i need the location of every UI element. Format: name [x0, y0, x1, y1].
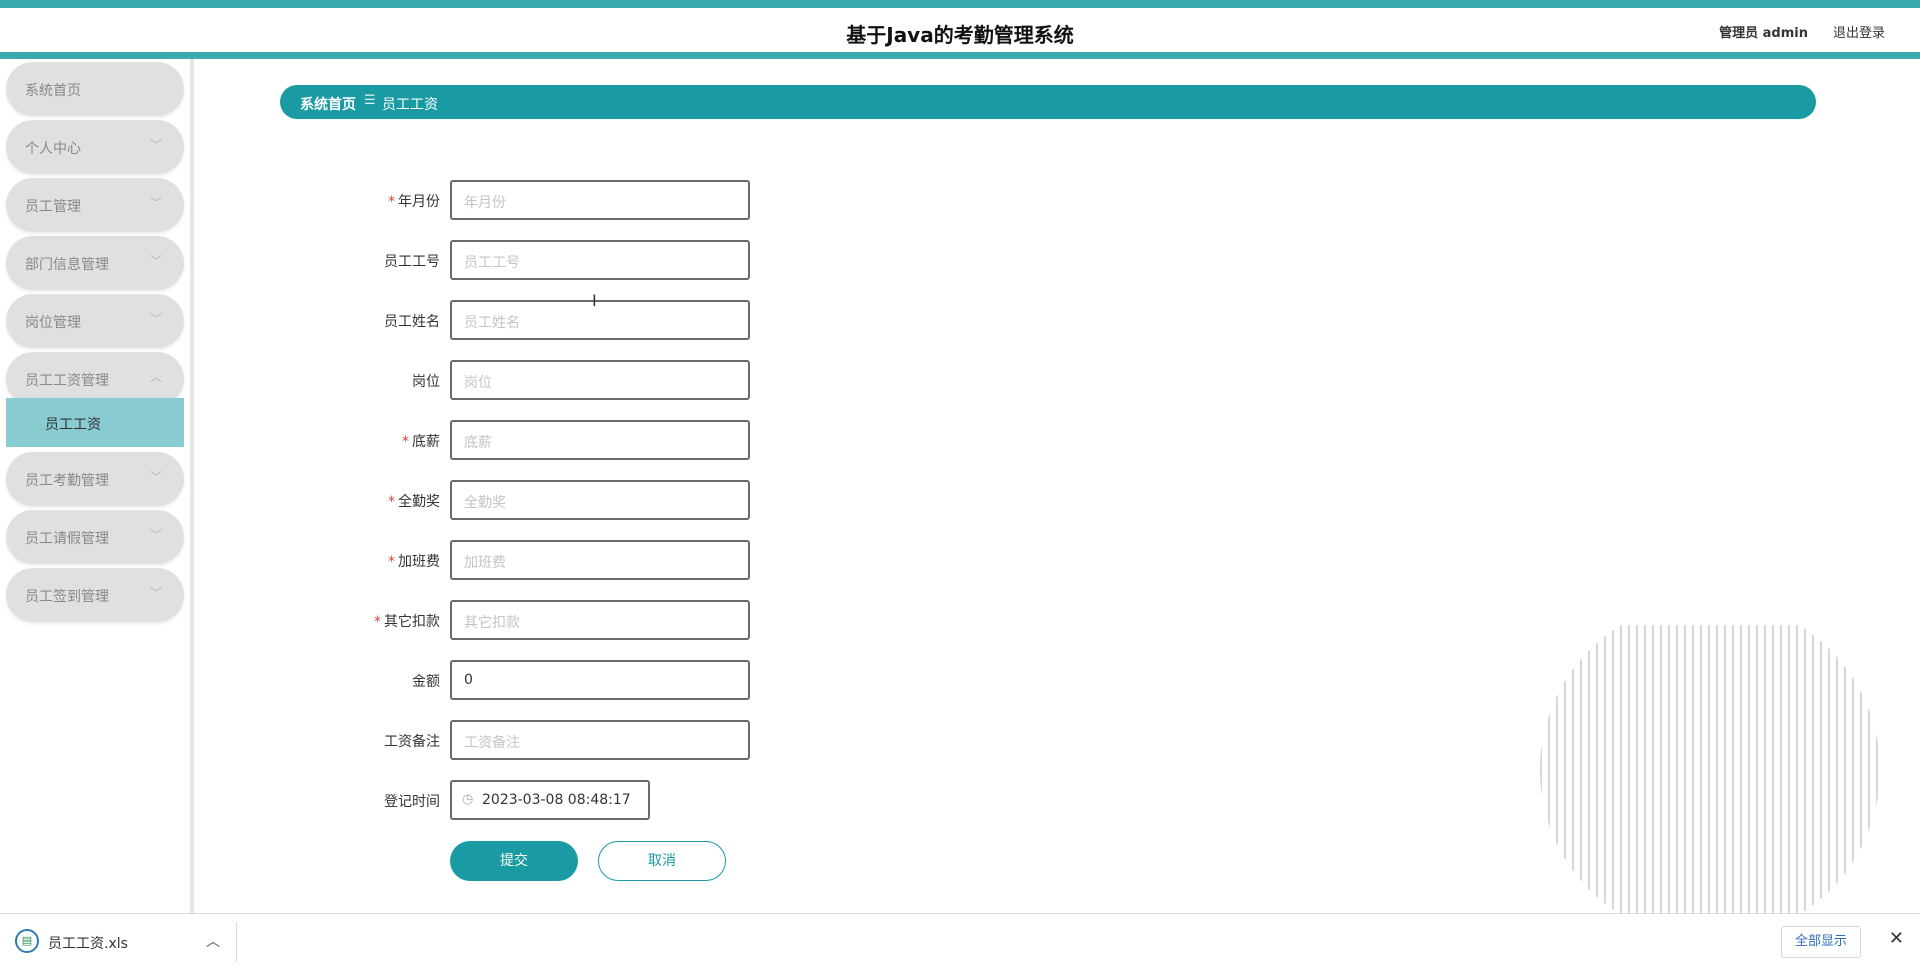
sidebar-item-employee-management[interactable]: 员工管理 ﹀: [6, 178, 184, 232]
year-month-input[interactable]: 年月份: [450, 180, 750, 220]
current-user-label: 管理员 admin: [1719, 26, 1808, 41]
header-bottom-stripe: [0, 52, 1920, 59]
field-label: 工资备注: [384, 734, 440, 750]
chevron-down-icon: ﹀: [149, 528, 162, 542]
base-salary-input[interactable]: 底薪: [450, 420, 750, 460]
text-cursor-icon: I: [592, 291, 597, 310]
input-placeholder: 加班费: [464, 555, 506, 571]
chevron-down-icon: ﹀: [149, 470, 162, 484]
sidebar-item-home[interactable]: 系统首页: [6, 62, 184, 116]
input-placeholder: 岗位: [464, 375, 492, 391]
form-row-register-time: 登记时间 ◷ 2023-03-08 08:48:17: [300, 780, 760, 820]
form-row-amount: 金额 0: [300, 660, 760, 700]
sidebar-item-signin-management[interactable]: 员工签到管理 ﹀: [6, 568, 184, 622]
sidebar-item-label: 员工考勤管理: [25, 473, 109, 489]
input-placeholder: 底薪: [464, 435, 492, 451]
breadcrumb-current: 员工工资: [382, 97, 438, 113]
field-label: 员工姓名: [384, 314, 440, 330]
submit-button[interactable]: 提交: [450, 841, 578, 881]
overtime-pay-input[interactable]: 加班费: [450, 540, 750, 580]
header-top-stripe: [0, 0, 1920, 8]
sidebar-item-position-management[interactable]: 岗位管理 ﹀: [6, 294, 184, 348]
form-row-year-month: * 年月份 年月份: [300, 180, 760, 220]
position-input[interactable]: 岗位: [450, 360, 750, 400]
input-placeholder: 全勤奖: [464, 495, 506, 511]
register-time-picker[interactable]: ◷ 2023-03-08 08:48:17: [450, 780, 650, 820]
field-label: * 年月份: [388, 194, 440, 210]
input-placeholder: 年月份: [464, 195, 506, 211]
chevron-down-icon: ﹀: [149, 138, 162, 152]
app-title: 基于Java的考勤管理系统: [846, 23, 1074, 47]
field-label: 岗位: [412, 374, 440, 390]
sidebar-item-leave-management[interactable]: 员工请假管理 ﹀: [6, 510, 184, 564]
download-file-name[interactable]: 员工工资.xls: [48, 933, 128, 953]
chevron-up-icon[interactable]: ︿: [206, 931, 220, 951]
form-row-base-salary: * 底薪 底薪: [300, 420, 760, 460]
form-row-employee-name: 员工姓名 员工姓名: [300, 300, 760, 340]
logout-link[interactable]: 退出登录: [1833, 22, 1885, 41]
sidebar-item-label: 员工工资管理: [25, 373, 109, 389]
menu-icon: ☰: [364, 93, 376, 108]
divider: [236, 922, 237, 962]
field-label: 员工工号: [384, 254, 440, 270]
sidebar-item-label: 系统首页: [25, 83, 81, 99]
close-icon[interactable]: ✕: [1889, 928, 1904, 949]
sidebar-item-label: 个人中心: [25, 141, 81, 157]
form-row-attendance-bonus: * 全勤奖 全勤奖: [300, 480, 760, 520]
download-bar: ▤ 员工工资.xls ︿ 全部显示 ✕: [0, 913, 1920, 969]
sidebar-item-label: 员工请假管理: [25, 531, 109, 547]
sidebar-item-attendance-management[interactable]: 员工考勤管理 ﹀: [6, 452, 184, 506]
show-all-downloads-button[interactable]: 全部显示: [1781, 926, 1861, 958]
required-mark: *: [388, 194, 395, 210]
form-row-salary-remark: 工资备注 工资备注: [300, 720, 760, 760]
field-label: * 加班费: [388, 554, 440, 570]
chevron-down-icon: ﹀: [149, 586, 162, 600]
sidebar-item-label: 员工签到管理: [25, 589, 109, 605]
breadcrumb: 系统首页 ☰ 员工工资: [280, 85, 1816, 119]
form-row-position: 岗位 岗位: [300, 360, 760, 400]
sidebar-item-label: 部门信息管理: [25, 257, 109, 273]
sidebar-item-label: 岗位管理: [25, 315, 81, 331]
required-mark: *: [374, 614, 381, 630]
employee-name-input[interactable]: 员工姓名: [450, 300, 750, 340]
chevron-down-icon: ﹀: [149, 312, 162, 326]
breadcrumb-home[interactable]: 系统首页: [300, 94, 356, 114]
input-placeholder: 员工姓名: [464, 315, 520, 331]
input-value: 0: [464, 672, 473, 688]
required-mark: *: [388, 554, 395, 570]
required-mark: *: [402, 434, 409, 450]
chevron-down-icon: ﹀: [149, 254, 162, 268]
field-label: 登记时间: [384, 794, 440, 810]
amount-input[interactable]: 0: [450, 660, 750, 700]
field-label: 金额: [412, 674, 440, 690]
sidebar-item-label: 员工管理: [25, 199, 81, 215]
clock-icon: ◷: [462, 792, 474, 807]
form-row-employee-id: 员工工号 员工工号: [300, 240, 760, 280]
input-placeholder: 其它扣款: [464, 615, 520, 631]
decorative-circle-graphic: [1540, 625, 1880, 915]
salary-remark-input[interactable]: 工资备注: [450, 720, 750, 760]
input-placeholder: 工资备注: [464, 735, 520, 751]
form-row-overtime-pay: * 加班费 加班费: [300, 540, 760, 580]
sidebar-item-personal-center[interactable]: 个人中心 ﹀: [6, 120, 184, 174]
sidebar: 系统首页 个人中心 ﹀ 员工管理 ﹀ 部门信息管理 ﹀ 岗位管理 ﹀ 员工工资管…: [0, 59, 194, 913]
other-deductions-input[interactable]: 其它扣款: [450, 600, 750, 640]
sidebar-item-department-management[interactable]: 部门信息管理 ﹀: [6, 236, 184, 290]
required-mark: *: [388, 494, 395, 510]
sidebar-subitem-employee-salary[interactable]: 员工工资: [6, 398, 184, 447]
attendance-bonus-input[interactable]: 全勤奖: [450, 480, 750, 520]
field-label: * 底薪: [402, 434, 440, 450]
input-value: 2023-03-08 08:48:17: [482, 792, 631, 808]
input-placeholder: 员工工号: [464, 255, 520, 271]
form-row-other-deductions: * 其它扣款 其它扣款: [300, 600, 760, 640]
chevron-up-icon: ︿: [149, 370, 162, 384]
sidebar-subitem-label: 员工工资: [45, 417, 101, 433]
chevron-down-icon: ﹀: [149, 196, 162, 210]
spreadsheet-file-icon: ▤: [15, 929, 39, 953]
field-label: * 其它扣款: [374, 614, 440, 630]
employee-id-input[interactable]: 员工工号: [450, 240, 750, 280]
field-label: * 全勤奖: [388, 494, 440, 510]
cancel-button[interactable]: 取消: [598, 841, 726, 881]
